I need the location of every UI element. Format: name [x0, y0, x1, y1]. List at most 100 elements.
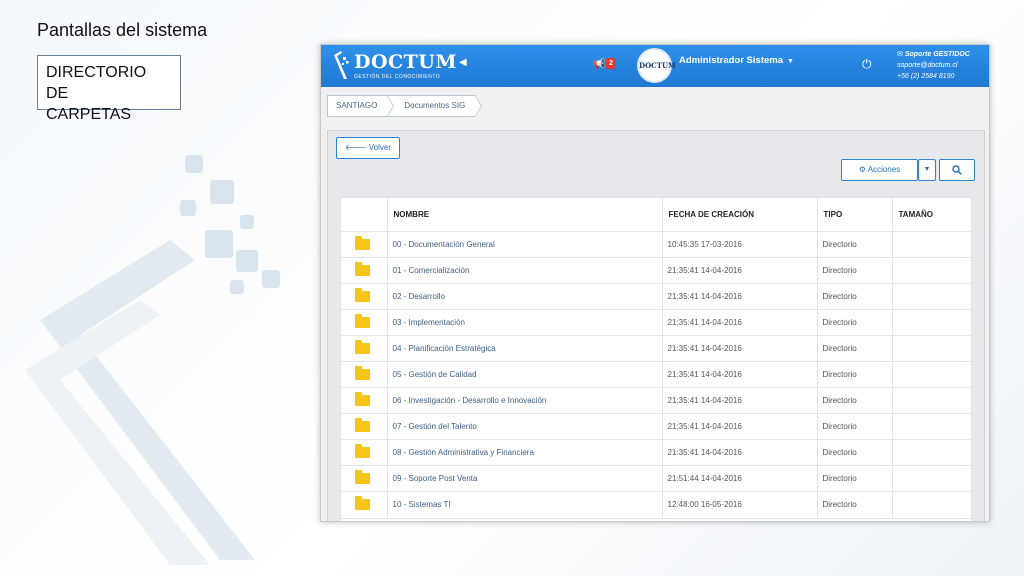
- folder-cell: [341, 231, 388, 258]
- folder-name[interactable]: 08 - Gestión Administrativa y Financiera: [387, 439, 663, 467]
- folder-name[interactable]: 00 - Documentación General: [387, 231, 663, 258]
- logo-mark-icon: [334, 51, 349, 79]
- table-row[interactable]: 05 - Gestión de Calidad 21:35:41 14-04-20…: [341, 361, 971, 389]
- folder-cell: [341, 335, 388, 362]
- table-row[interactable]: 10 - Sistemas TI 12:48:00 16-05-2016 Direc…: [341, 491, 971, 519]
- user-name-menu[interactable]: Administrador Sistema: [679, 55, 783, 66]
- breadcrumb-item-documentos-sig[interactable]: Documentos SIG: [387, 95, 483, 117]
- logo-subtitle: GESTIÓN DEL CONOCIMIENTO: [354, 73, 441, 80]
- folder-cell: [341, 439, 388, 467]
- support-title: Soporte GESTIDOC: [904, 51, 970, 58]
- section-label-line2: CARPETAS: [46, 106, 132, 123]
- creation-date: 21:35:41 14-04-2016: [662, 309, 818, 336]
- creation-date: 12:48:00 16-05-2016: [662, 491, 818, 519]
- item-size: [892, 439, 971, 467]
- sidebar-collapse-icon[interactable]: ◀: [459, 57, 467, 68]
- section-label-line1: DIRECTORIO DE: [46, 64, 147, 102]
- header-nombre[interactable]: NOMBRE: [387, 198, 663, 232]
- folder-name[interactable]: 05 - Gestión de Calidad: [387, 361, 663, 389]
- creation-date: 21:35:41 14-04-2016: [662, 387, 818, 415]
- folder-icon[interactable]: [355, 366, 370, 381]
- folder-cell: [341, 387, 388, 415]
- item-size: [892, 335, 971, 362]
- creation-date: 21:35:41 14-04-2016: [662, 283, 818, 310]
- directory-table-container: NOMBRE FECHA DE CREACIÓN TIPO TAMAÑO 00 …: [340, 197, 972, 521]
- folder-name[interactable]: 07 - Gestión del Talento: [387, 413, 663, 441]
- folder-icon[interactable]: [355, 418, 370, 433]
- header-tipo[interactable]: TIPO: [817, 198, 893, 232]
- directory-table-body: 00 - Documentación General 10:45:35 17-03…: [341, 231, 971, 519]
- folder-name[interactable]: 02 - Desarrollo: [387, 283, 663, 310]
- folder-icon[interactable]: [355, 496, 370, 511]
- folder-name[interactable]: 04 - Planificación Estratégica: [387, 335, 663, 362]
- table-row[interactable]: 02 - Desarrollo 21:35:41 14-04-2016 Direct…: [341, 283, 971, 310]
- directory-table: NOMBRE FECHA DE CREACIÓN TIPO TAMAÑO 00 …: [341, 198, 971, 519]
- folder-icon[interactable]: [355, 287, 370, 302]
- folder-name[interactable]: 10 - Sistemas TI: [387, 491, 663, 519]
- doctum-logo[interactable]: DOCTUM GESTIÓN DEL CONOCIMIENTO: [331, 51, 457, 81]
- actions-button[interactable]: ⚙ Acciones: [841, 159, 918, 181]
- table-row[interactable]: 03 - Implementación 21:35:41 14-04-2016 Di…: [341, 309, 971, 336]
- table-row[interactable]: 04 - Planificación Estratégica 21:35:41 1…: [341, 335, 971, 362]
- folder-name[interactable]: 03 - Implementación: [387, 309, 663, 336]
- item-size: [892, 361, 971, 389]
- section-label-box: DIRECTORIO DE CARPETAS: [37, 55, 181, 123]
- table-row[interactable]: 09 - Soporte Post Venta 21:51:44 14-04-20…: [341, 465, 971, 493]
- item-type: Directorio: [817, 491, 893, 519]
- folder-icon[interactable]: [355, 313, 370, 328]
- back-button[interactable]: 🡐 Volver: [336, 137, 400, 159]
- item-type: Directorio: [817, 439, 893, 467]
- header-icon-column: [341, 198, 388, 232]
- item-size: [892, 283, 971, 310]
- item-size: [892, 257, 971, 284]
- table-row[interactable]: 08 - Gestión Administrativa y Financiera…: [341, 439, 971, 467]
- item-size: [892, 387, 971, 415]
- folder-icon[interactable]: [355, 392, 370, 407]
- folder-cell: [341, 491, 388, 519]
- megaphone-icon[interactable]: 📢: [593, 59, 605, 70]
- caret-down-icon[interactable]: ▼: [787, 58, 794, 65]
- background-square-decoration: [230, 280, 244, 294]
- power-icon[interactable]: ⏻: [862, 57, 872, 72]
- item-type: Directorio: [817, 231, 893, 258]
- mail-icon: ✉: [897, 51, 903, 58]
- back-button-label: Volver: [368, 143, 391, 152]
- folder-name[interactable]: 06 - Investigación - Desarrollo e Innova…: [387, 387, 663, 415]
- creation-date: 21:35:41 14-04-2016: [662, 335, 818, 362]
- search-icon: [952, 165, 962, 175]
- actions-button-label: Acciones: [867, 165, 901, 174]
- notification-badge[interactable]: 2: [606, 58, 616, 69]
- folder-name[interactable]: 01 - Comercialización: [387, 257, 663, 284]
- background-square-decoration: [262, 270, 280, 288]
- folder-cell: [341, 283, 388, 310]
- table-row[interactable]: 06 - Investigación - Desarrollo e Innova…: [341, 387, 971, 415]
- table-row[interactable]: 00 - Documentación General 10:45:35 17-03…: [341, 231, 971, 258]
- folder-icon[interactable]: [355, 235, 370, 250]
- support-email[interactable]: soporte@doctum.cl: [897, 62, 957, 69]
- header-fecha-creacion[interactable]: FECHA DE CREACIÓN: [662, 198, 818, 232]
- creation-date: 21:35:41 14-04-2016: [662, 361, 818, 389]
- folder-cell: [341, 309, 388, 336]
- table-row[interactable]: 07 - Gestión del Talento 21:35:41 14-04-2…: [341, 413, 971, 441]
- item-size: [892, 413, 971, 441]
- folder-icon[interactable]: [355, 261, 370, 276]
- folder-icon[interactable]: [355, 444, 370, 459]
- search-button[interactable]: [939, 159, 975, 181]
- avatar[interactable]: DOCTUM: [637, 48, 676, 83]
- background-square-decoration: [240, 215, 254, 229]
- logo-wordmark: DOCTUM GESTIÓN DEL CONOCIMIENTO: [354, 52, 457, 80]
- creation-date: 21:51:44 14-04-2016: [662, 465, 818, 493]
- creation-date: 21:35:41 14-04-2016: [662, 439, 818, 467]
- actions-dropdown-toggle[interactable]: ▼: [918, 159, 936, 181]
- folder-icon[interactable]: [355, 470, 370, 485]
- table-row[interactable]: 01 - Comercialización 21:35:41 14-04-2016…: [341, 257, 971, 284]
- folder-icon[interactable]: [355, 339, 370, 354]
- support-phone: +56 (2) 2584 8190: [897, 73, 955, 80]
- item-size: [892, 309, 971, 336]
- breadcrumb-item-santiago[interactable]: SANTIAGO: [327, 95, 395, 117]
- header-tamano[interactable]: TAMAÑO: [892, 198, 971, 232]
- folder-name[interactable]: 09 - Soporte Post Venta: [387, 465, 663, 493]
- folder-cell: [341, 361, 388, 389]
- item-type: Directorio: [817, 465, 893, 493]
- item-size: [892, 465, 971, 493]
